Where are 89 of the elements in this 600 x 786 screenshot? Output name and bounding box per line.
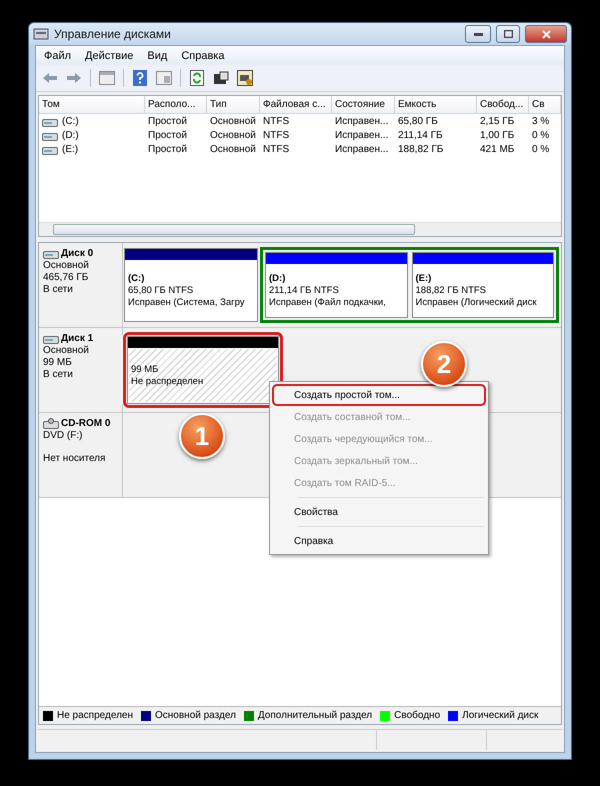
partition-block[interactable]: (D:) 211,14 ГБ NTFS Исправен (Файл подкачки, xyxy=(265,252,408,318)
forward-arrow-icon xyxy=(66,72,82,84)
column-header[interactable]: Свобод... xyxy=(477,96,529,114)
panel-button[interactable] xyxy=(154,68,174,88)
partition-label: (E:) xyxy=(416,273,432,284)
disk-status: В сети xyxy=(43,284,74,295)
table-cell-text: 2,15 ГБ xyxy=(479,114,516,128)
back-arrow-icon xyxy=(42,72,58,84)
disk-name: Диск 0 xyxy=(61,248,94,259)
disk-status: Нет носителя xyxy=(43,453,106,464)
close-button[interactable] xyxy=(525,25,567,43)
partition-status: Исправен (Система, Загру xyxy=(128,297,246,308)
context-menu-item[interactable]: Справка xyxy=(272,530,486,552)
column-header[interactable]: Располо... xyxy=(145,96,207,114)
table-cell-text: 211,14 ГБ xyxy=(397,128,444,142)
table-cell-text: 188,82 ГБ xyxy=(397,142,444,156)
disk-drive-icon xyxy=(43,333,59,344)
table-cell-text: Простой xyxy=(147,128,188,142)
partition-size: 188,82 ГБ NTFS xyxy=(416,285,488,296)
window-title: Управление дисками xyxy=(54,27,172,41)
cd-drive-icon xyxy=(43,418,59,429)
menu-item[interactable]: Вид xyxy=(141,50,174,62)
table-cell-text: 0 % xyxy=(531,128,550,142)
table-cell-text: 421 МБ xyxy=(479,142,516,156)
partition-size: 65,80 ГБ NTFS xyxy=(128,285,194,296)
disk-status: В сети xyxy=(43,369,74,380)
horizontal-scrollbar[interactable] xyxy=(39,222,561,236)
table-cell-text: NTFS xyxy=(262,128,290,142)
partition-size: 211,14 ГБ NTFS xyxy=(269,285,340,296)
column-header[interactable]: Том xyxy=(39,96,145,114)
table-cell-text: NTFS xyxy=(262,142,290,156)
disk-size: 99 МБ xyxy=(43,357,73,368)
disk-size: 465,76 ГБ xyxy=(43,272,90,283)
table-cell: (C:) xyxy=(62,116,79,126)
column-header[interactable]: Св xyxy=(529,96,561,114)
partition-label: (D:) xyxy=(269,273,286,284)
disk-name: Диск 1 xyxy=(61,333,94,344)
partition-size: 99 МБ xyxy=(131,364,160,375)
table-cell-text: Основной xyxy=(209,142,257,156)
column-header[interactable]: Тип xyxy=(207,96,260,114)
menu-item[interactable]: Справка xyxy=(175,50,230,62)
disk-type: Основной xyxy=(43,345,90,356)
table-cell-text: 1,00 ГБ xyxy=(479,128,516,142)
help-button[interactable] xyxy=(130,68,150,88)
disk-type: DVD (F:) xyxy=(43,430,84,441)
table-cell: (D:) xyxy=(62,130,79,140)
column-header[interactable]: Состояние xyxy=(332,96,395,114)
disk-management-icon xyxy=(33,27,49,41)
minimize-icon xyxy=(474,32,482,36)
disk-settings-button[interactable] xyxy=(235,68,255,88)
table-cell-text: Простой xyxy=(147,142,188,156)
refresh-button[interactable] xyxy=(187,68,207,88)
partition-label: (C:) xyxy=(128,273,146,284)
context-menu-item[interactable]: Свойства xyxy=(272,501,486,523)
table-cell-text: 3 % xyxy=(531,114,550,128)
legend-label: Не распределен xyxy=(57,710,133,721)
partition-status: Исправен (Файл подкачки, xyxy=(269,297,387,308)
partition-block[interactable]: (E:) 188,82 ГБ NTFS Исправен (Логический диск xyxy=(412,252,554,318)
partition-block[interactable]: (C:) 65,80 ГБ NTFS Исправен (Система, Загру xyxy=(124,248,258,322)
panel-button[interactable] xyxy=(97,68,117,88)
unallocated-partition[interactable]: 99 МБ Не распределен xyxy=(127,336,279,404)
table-cell-text: 65,80 ГБ xyxy=(397,114,439,128)
legend-label: Основной раздел xyxy=(155,710,236,721)
disk-name: CD-ROM 0 xyxy=(61,418,110,429)
partition-status: Не распределен xyxy=(131,376,204,387)
table-cell-text: Исправен... xyxy=(334,142,390,156)
disk-type: Основной xyxy=(43,260,90,271)
disk-drive-icon xyxy=(43,248,59,259)
table-cell-text: Исправен... xyxy=(334,114,390,128)
table-cell-text: NTFS xyxy=(262,114,290,128)
partition-status: Исправен (Логический диск xyxy=(416,297,538,308)
menu-item[interactable]: Действие xyxy=(79,50,140,62)
table-cell-text: 0 % xyxy=(531,142,550,156)
maximize-button[interactable] xyxy=(496,25,520,43)
maximize-icon xyxy=(504,30,512,38)
table-cell-text: Основной xyxy=(209,114,257,128)
table-cell: (E:) xyxy=(62,144,78,154)
table-cell-text: Исправен... xyxy=(334,128,390,142)
minimize-button[interactable] xyxy=(465,25,491,43)
menu-item[interactable]: Файл xyxy=(38,50,78,62)
context-menu-item[interactable]: Создать простой том... xyxy=(272,384,486,406)
table-cell-text: Основной xyxy=(209,128,257,142)
legend-label: Свободно xyxy=(394,710,440,721)
legend-label: Дополнительный раздел xyxy=(258,710,372,721)
close-icon xyxy=(542,30,550,38)
column-header[interactable]: Файловая с... xyxy=(260,96,332,114)
table-cell-text: Простой xyxy=(147,114,188,128)
column-header[interactable]: Емкость xyxy=(395,96,477,114)
legend-label: Логический диск xyxy=(462,710,538,721)
